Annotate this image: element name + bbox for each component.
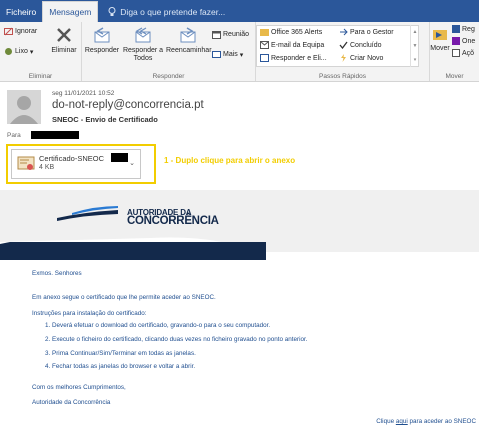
quick-steps-scroll[interactable]: ▲ ▼ ▾ [410, 25, 419, 67]
sneoc-access-link[interactable]: aqui [396, 418, 408, 425]
actions-icon [452, 49, 460, 57]
forward-button[interactable]: Reencaminhar [166, 26, 212, 55]
intro-text: Em anexo segue o certificado que lhe per… [32, 294, 216, 301]
instruction-step: 2. Execute o ficheiro do certificado, cl… [45, 336, 308, 343]
ribbon-tabbar: Ficheiro Mensagem Diga o que pretende fa… [0, 0, 479, 22]
ignore-icon [4, 27, 13, 36]
annotation-text: 1 - Duplo clique para abrir o anexo [164, 156, 296, 165]
quick-steps-gallery: Office 365 Alerts E-mail da Equipa Respo… [256, 25, 419, 67]
to-label: Para [7, 132, 21, 139]
tell-me-box[interactable]: Diga o que pretende fazer... [98, 2, 225, 22]
instruction-step: 3. Prima Continuar/Sim/Terminar em todas… [45, 350, 196, 357]
move-button[interactable]: Mover [430, 26, 450, 53]
quick-step-office365[interactable]: Office 365 Alerts [260, 28, 322, 36]
delete-button[interactable]: Eliminar [49, 26, 79, 55]
quick-step-criar-novo[interactable]: Criar Novo [339, 54, 383, 62]
tab-mensagem[interactable]: Mensagem [42, 1, 99, 22]
attachment-tile[interactable]: Certificado-SNEOC 4 KB ⌄ [11, 149, 141, 179]
group-label-passos-rapidos: Passos Rápidos [319, 73, 366, 80]
reply-button[interactable]: Responder [83, 26, 121, 55]
delete-x-icon [57, 28, 71, 42]
ribbon: Ignorar Lixo ▾ Eliminar Eliminar Responde… [0, 22, 479, 82]
junk-button[interactable]: Lixo ▾ [4, 47, 33, 56]
more-respond-button[interactable]: Mais ▾ [212, 50, 243, 59]
closing: Com os melhores Cumprimentos, [32, 384, 126, 391]
group-eliminar: Ignorar Lixo ▾ Eliminar Eliminar [0, 22, 82, 81]
forward-icon [180, 27, 196, 43]
rules-button[interactable]: Reg [452, 25, 475, 33]
certificate-icon [17, 156, 35, 170]
lightbulb-icon [108, 7, 116, 16]
onenote-button[interactable]: One [452, 37, 475, 45]
actions-button[interactable]: Açõ [452, 49, 474, 57]
quick-step-concluido[interactable]: Concluído [339, 41, 382, 49]
attachment-size: 4 KB [39, 164, 55, 171]
checkmark-icon [339, 41, 348, 49]
group-label-mover: Mover [445, 73, 464, 80]
quick-step-reply-delete[interactable]: Responder e Eli... [260, 54, 327, 62]
calendar-icon [212, 31, 221, 39]
rules-icon [452, 25, 460, 33]
ignore-button[interactable]: Ignorar [4, 27, 37, 36]
reply-all-button[interactable]: Responder a Todos [121, 26, 165, 63]
instructions-title: Instruções para instalação do certificad… [32, 310, 147, 317]
more-icon [212, 51, 221, 58]
reply-icon [94, 27, 110, 43]
footer-access-line: Clique aqui para aceder ao SNEOC [376, 418, 476, 425]
junk-icon [5, 48, 12, 55]
message-sender[interactable]: do-not-reply@concorrencia.pt [52, 99, 204, 111]
reply-delete-icon [260, 54, 269, 62]
message-subject: SNEOC - Envio de Certificado [52, 115, 158, 124]
instruction-step: 1. Deverá efetuar o download do certific… [45, 322, 271, 329]
header-banner [0, 190, 479, 260]
meeting-button[interactable]: Reunião [212, 30, 249, 39]
tab-ficheiro[interactable]: Ficheiro [0, 2, 42, 22]
redacted-attachment-suffix [111, 153, 128, 162]
logo-text-line2: CONCORRÊNCIA [127, 215, 219, 227]
chevron-down-icon[interactable]: ⌄ [129, 159, 135, 167]
quick-step-para-gestor[interactable]: Para o Gestor [339, 28, 394, 36]
group-mover: Mover Reg One Açõ Mover [430, 22, 479, 81]
banner-stripe [10, 242, 266, 260]
avatar [7, 90, 41, 124]
message-date: seg 11/01/2021 10:52 [52, 90, 115, 97]
forward-arrow-icon [340, 28, 348, 36]
reply-all-icon [135, 27, 151, 43]
mail-icon [260, 41, 269, 49]
lightning-icon [341, 54, 346, 62]
person-silhouette-icon [10, 96, 38, 124]
quick-step-email-equipa[interactable]: E-mail da Equipa [260, 41, 324, 49]
group-label-responder: Responder [152, 73, 185, 80]
folder-icon [260, 29, 269, 36]
redacted-recipient [31, 131, 79, 139]
group-responder: Responder Responder a Todos Reencaminhar… [82, 22, 256, 81]
tell-me-text: Diga o que pretende fazer... [120, 7, 226, 17]
group-label-eliminar: Eliminar [28, 73, 53, 80]
attachment-name: Certificado-SNEOC [39, 154, 105, 163]
onenote-icon [452, 37, 460, 45]
move-folder-icon [433, 30, 447, 40]
greeting: Exmos. Senhores [32, 270, 82, 277]
instruction-step: 4. Fechar todas as janelas do browser e … [45, 363, 196, 370]
signature: Autoridade da Concorrência [32, 399, 111, 406]
